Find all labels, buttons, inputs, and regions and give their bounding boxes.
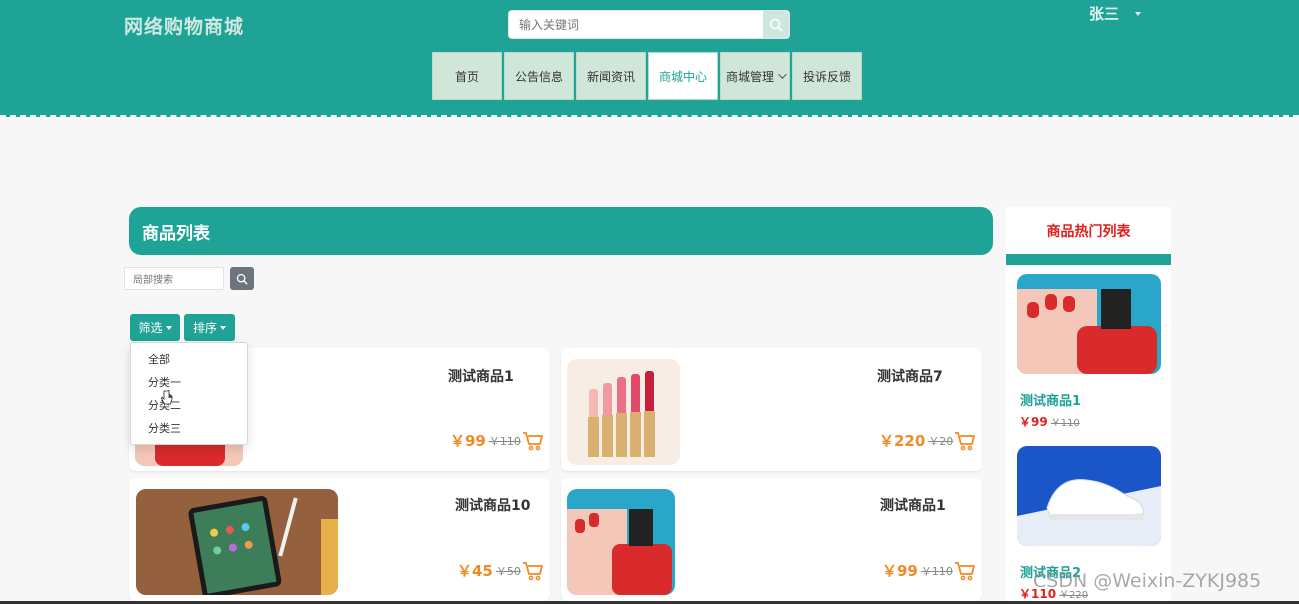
nav-complaints-label: 投诉反馈 [802, 69, 851, 84]
search-box [508, 10, 790, 39]
product-price: ￥45 ￥50 [457, 560, 544, 581]
product-name[interactable]: 测试商品10 [455, 495, 530, 515]
caret-down-icon [165, 325, 172, 330]
product-card[interactable]: 测试商品10 ￥45 ￥50 [129, 478, 550, 601]
product-card[interactable]: 测试商品1 ￥99 ￥110 [561, 478, 982, 601]
nail-polish-image [1017, 274, 1161, 374]
header: 网络购物商城 张三 首页 公告信息 新闻资讯 商城中心 商城管理 投诉反馈 [0, 0, 1299, 117]
nav-news[interactable]: 新闻资讯 [576, 52, 646, 100]
price-current: ￥220 [879, 432, 926, 450]
local-search-box [124, 267, 224, 291]
sneaker-image [1017, 446, 1161, 546]
tablet-image [136, 489, 338, 595]
product-image-nail-polish[interactable] [567, 489, 675, 595]
filter-option-all[interactable]: 全部 [131, 349, 247, 372]
product-price: ￥220 ￥20 [879, 430, 976, 451]
hot-product-image-nail-polish[interactable] [1017, 274, 1161, 374]
price-original: ￥110 [920, 564, 953, 578]
product-price: ￥99 ￥110 [882, 560, 976, 581]
product-list-title: 商品列表 [129, 207, 993, 255]
filter-button[interactable]: 筛选 [130, 314, 180, 341]
product-name[interactable]: 测试商品1 [880, 495, 946, 515]
nav-mall-management-label: 商城管理 [725, 69, 774, 84]
cart-icon[interactable] [522, 431, 544, 451]
product-image-lipsticks[interactable] [567, 359, 680, 465]
search-icon [236, 273, 248, 285]
hot-product-image-sneaker[interactable] [1017, 446, 1161, 546]
hot-product-price: ￥99 ￥110 [1019, 413, 1080, 430]
sidebar-divider [1006, 254, 1171, 265]
chevron-down-icon [778, 70, 787, 79]
cart-icon[interactable] [954, 561, 976, 581]
product-name[interactable]: 测试商品7 [877, 366, 943, 386]
nav-complaints[interactable]: 投诉反馈 [792, 52, 862, 100]
price-original: ￥110 [1050, 418, 1080, 429]
nav-mall-center[interactable]: 商城中心 [648, 52, 718, 100]
nav-announcements[interactable]: 公告信息 [504, 52, 574, 100]
product-name[interactable]: 测试商品1 [448, 366, 514, 386]
nav-home[interactable]: 首页 [432, 52, 502, 100]
price-current: ￥99 [882, 562, 918, 580]
search-icon [769, 18, 783, 32]
nav-news-label: 新闻资讯 [586, 69, 635, 84]
cart-icon[interactable] [522, 561, 544, 581]
sort-label: 排序 [192, 321, 217, 335]
price-current: ￥99 [450, 432, 486, 450]
price-current: ￥99 [1019, 415, 1048, 429]
main-nav: 首页 公告信息 新闻资讯 商城中心 商城管理 投诉反馈 [432, 52, 862, 100]
hot-products-sidebar: 商品热门列表 测试商品1 ￥99 ￥110 测试商品2 ￥110 ￥220 [1006, 207, 1171, 604]
price-original: ￥110 [488, 434, 521, 448]
filter-option-category-1[interactable]: 分类一 [131, 372, 247, 395]
site-title[interactable]: 网络购物商城 [124, 12, 244, 39]
price-current: ￥45 [457, 562, 493, 580]
price-original: ￥50 [495, 564, 521, 578]
nav-announcements-label: 公告信息 [514, 69, 563, 84]
product-image-tablet[interactable] [136, 489, 338, 595]
filter-option-category-2[interactable]: 分类二 [131, 395, 247, 418]
hand-cursor-icon [161, 390, 173, 405]
product-price: ￥99 ￥110 [450, 430, 544, 451]
filter-label: 筛选 [138, 321, 163, 335]
lipsticks-image [567, 359, 680, 465]
user-menu[interactable]: 张三 [1089, 3, 1119, 24]
hot-product-name[interactable]: 测试商品1 [1020, 390, 1081, 409]
local-search-button[interactable] [230, 267, 254, 290]
hot-products-title: 商品热门列表 [1046, 223, 1131, 240]
nail-polish-image [567, 489, 675, 595]
watermark: CSDN @Weixin-ZYKJ985 [1033, 570, 1262, 592]
filter-dropdown-menu: 全部 分类一 分类二 分类三 [130, 342, 248, 445]
sort-button[interactable]: 排序 [184, 314, 235, 341]
user-caret-icon[interactable] [1135, 12, 1141, 16]
nav-mall-center-label: 商城中心 [658, 69, 707, 84]
local-search-input[interactable] [125, 270, 221, 291]
nav-home-label: 首页 [454, 69, 479, 84]
search-button[interactable] [763, 11, 789, 38]
search-input[interactable] [509, 11, 759, 38]
nav-mall-management[interactable]: 商城管理 [720, 52, 790, 100]
product-card[interactable]: 测试商品7 ￥220 ￥20 [561, 348, 982, 471]
caret-down-icon [220, 325, 226, 330]
price-original: ￥20 [928, 434, 954, 448]
cart-icon[interactable] [954, 431, 976, 451]
filter-option-category-3[interactable]: 分类三 [131, 418, 247, 441]
